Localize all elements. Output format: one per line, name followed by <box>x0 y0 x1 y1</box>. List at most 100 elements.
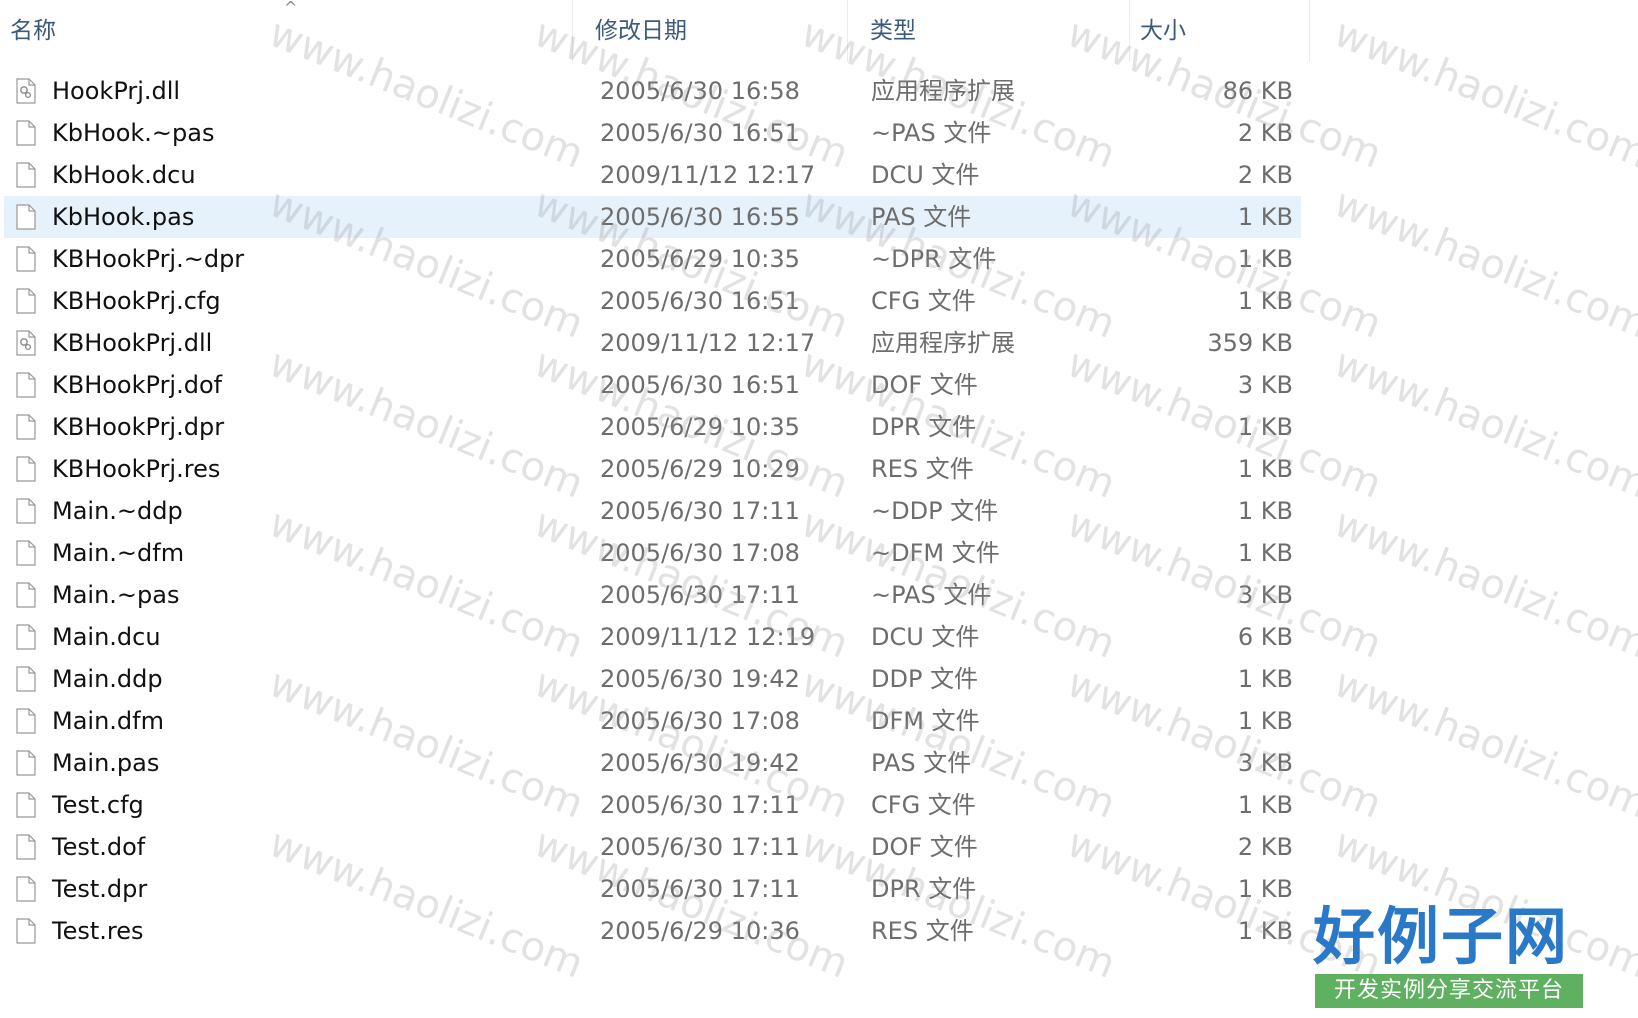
file-size: 1 KB <box>1237 245 1293 273</box>
file-row[interactable]: Main.ddp 2005/6/30 19:42 DDP 文件 1 KB <box>4 658 1301 700</box>
file-icon <box>16 666 36 692</box>
file-modified-date: 2005/6/30 16:51 <box>600 371 800 399</box>
file-row[interactable]: KBHookPrj.dll 2009/11/12 12:17 应用程序扩展 359 K… <box>4 322 1301 364</box>
watermark-text: www.haolizi.com <box>1327 500 1638 668</box>
file-row[interactable]: Test.dof 2005/6/30 17:11 DOF 文件 2 KB <box>4 826 1301 868</box>
dll-gear-icon <box>16 78 36 104</box>
file-modified-date: 2005/6/30 16:55 <box>600 203 800 231</box>
dll-gear-icon <box>16 330 36 356</box>
file-size: 1 KB <box>1237 917 1293 945</box>
file-icon <box>16 540 36 566</box>
file-name: KbHook.pas <box>52 203 195 231</box>
file-size: 1 KB <box>1237 707 1293 735</box>
file-type: DPR 文件 <box>871 413 977 441</box>
file-name: Main.~pas <box>52 581 180 609</box>
file-size: 1 KB <box>1237 539 1293 567</box>
sort-ascending-icon: ^ <box>284 0 298 17</box>
file-size: 1 KB <box>1237 665 1293 693</box>
file-type: DOF 文件 <box>871 371 978 399</box>
file-row[interactable]: Test.dpr 2005/6/30 17:11 DPR 文件 1 KB <box>4 868 1301 910</box>
column-header-name-label: 名称 <box>10 18 56 44</box>
file-modified-date: 2005/6/30 17:11 <box>600 875 800 903</box>
file-name: Main.dcu <box>52 623 161 651</box>
file-size: 3 KB <box>1237 581 1293 609</box>
file-modified-date: 2005/6/29 10:35 <box>600 413 800 441</box>
file-name: KBHookPrj.res <box>52 455 221 483</box>
file-modified-date: 2005/6/30 17:11 <box>600 497 800 525</box>
file-size: 3 KB <box>1237 749 1293 777</box>
file-icon <box>16 624 36 650</box>
file-size: 2 KB <box>1237 161 1293 189</box>
file-row[interactable]: Test.cfg 2005/6/30 17:11 CFG 文件 1 KB <box>4 784 1301 826</box>
file-icon <box>16 834 36 860</box>
file-type: PAS 文件 <box>871 203 972 231</box>
file-row[interactable]: KBHookPrj.dof 2005/6/30 16:51 DOF 文件 3 KB <box>4 364 1301 406</box>
column-header-date-label: 修改日期 <box>595 18 687 44</box>
file-row[interactable]: Main.dcu 2009/11/12 12:19 DCU 文件 6 KB <box>4 616 1301 658</box>
column-header-type-label: 类型 <box>870 18 916 44</box>
file-type: 应用程序扩展 <box>871 77 1015 105</box>
file-row[interactable]: HookPrj.dll 2005/6/30 16:58 应用程序扩展 86 KB <box>4 70 1301 112</box>
file-type: DDP 文件 <box>871 665 979 693</box>
file-row[interactable]: Test.res 2005/6/29 10:36 RES 文件 1 KB <box>4 910 1301 952</box>
watermark-text: www.haolizi.com <box>1327 180 1638 348</box>
file-icon <box>16 456 36 482</box>
file-icon <box>16 708 36 734</box>
column-header-size[interactable]: 大小 <box>1130 0 1310 62</box>
file-modified-date: 2005/6/30 17:11 <box>600 791 800 819</box>
file-row[interactable]: Main.~pas 2005/6/30 17:11 ~PAS 文件 3 KB <box>4 574 1301 616</box>
file-name: Main.~ddp <box>52 497 183 525</box>
file-modified-date: 2005/6/30 16:58 <box>600 77 800 105</box>
file-modified-date: 2005/6/30 17:08 <box>600 707 800 735</box>
file-type: DCU 文件 <box>871 623 980 651</box>
file-type: DPR 文件 <box>871 875 977 903</box>
file-name: Test.dof <box>52 833 146 861</box>
file-size: 1 KB <box>1237 287 1293 315</box>
file-size: 2 KB <box>1237 833 1293 861</box>
file-row[interactable]: KbHook.dcu 2009/11/12 12:17 DCU 文件 2 KB <box>4 154 1301 196</box>
file-row[interactable]: KBHookPrj.cfg 2005/6/30 16:51 CFG 文件 1 KB <box>4 280 1301 322</box>
file-icon <box>16 120 36 146</box>
column-header-size-label: 大小 <box>1140 18 1186 44</box>
file-modified-date: 2009/11/12 12:19 <box>600 623 816 651</box>
file-icon <box>16 372 36 398</box>
file-icon <box>16 288 36 314</box>
file-row[interactable]: Main.~ddp 2005/6/30 17:11 ~DDP 文件 1 KB <box>4 490 1301 532</box>
file-name: Test.cfg <box>52 791 144 819</box>
file-row[interactable]: KBHookPrj.res 2005/6/29 10:29 RES 文件 1 KB <box>4 448 1301 490</box>
file-row[interactable]: KBHookPrj.~dpr 2005/6/29 10:35 ~DPR 文件 1 KB <box>4 238 1301 280</box>
file-modified-date: 2009/11/12 12:17 <box>600 329 816 357</box>
file-icon <box>16 498 36 524</box>
file-modified-date: 2005/6/30 17:11 <box>600 833 800 861</box>
file-type: PAS 文件 <box>871 749 972 777</box>
file-row[interactable]: Main.~dfm 2005/6/30 17:08 ~DFM 文件 1 KB <box>4 532 1301 574</box>
file-size: 1 KB <box>1237 875 1293 903</box>
file-icon <box>16 582 36 608</box>
file-name: Main.dfm <box>52 707 164 735</box>
file-size: 1 KB <box>1237 203 1293 231</box>
file-name: Main.pas <box>52 749 160 777</box>
file-row[interactable]: KBHookPrj.dpr 2005/6/29 10:35 DPR 文件 1 KB <box>4 406 1301 448</box>
file-modified-date: 2005/6/30 16:51 <box>600 119 800 147</box>
file-type: 应用程序扩展 <box>871 329 1015 357</box>
file-type: ~PAS 文件 <box>871 119 992 147</box>
file-size: 2 KB <box>1237 119 1293 147</box>
file-type: ~DFM 文件 <box>871 539 1000 567</box>
watermark-text: www.haolizi.com <box>1327 10 1638 178</box>
file-type: DFM 文件 <box>871 707 980 735</box>
file-row[interactable]: KbHook.~pas 2005/6/30 16:51 ~PAS 文件 2 KB <box>4 112 1301 154</box>
file-type: CFG 文件 <box>871 287 976 315</box>
file-size: 6 KB <box>1237 623 1293 651</box>
file-row[interactable]: Main.dfm 2005/6/30 17:08 DFM 文件 1 KB <box>4 700 1301 742</box>
file-name: Main.ddp <box>52 665 163 693</box>
column-header-type[interactable]: 类型 <box>860 0 1130 62</box>
watermark-text: www.haolizi.com <box>1327 660 1638 828</box>
column-header-date[interactable]: 修改日期 <box>585 0 848 62</box>
file-name: KBHookPrj.dof <box>52 371 223 399</box>
file-type: ~DPR 文件 <box>871 245 997 273</box>
file-row[interactable]: Main.pas 2005/6/30 19:42 PAS 文件 3 KB <box>4 742 1301 784</box>
file-icon <box>16 876 36 902</box>
file-icon <box>16 204 36 230</box>
file-row[interactable]: KbHook.pas 2005/6/30 16:55 PAS 文件 1 KB <box>4 196 1301 238</box>
file-size: 1 KB <box>1237 791 1293 819</box>
